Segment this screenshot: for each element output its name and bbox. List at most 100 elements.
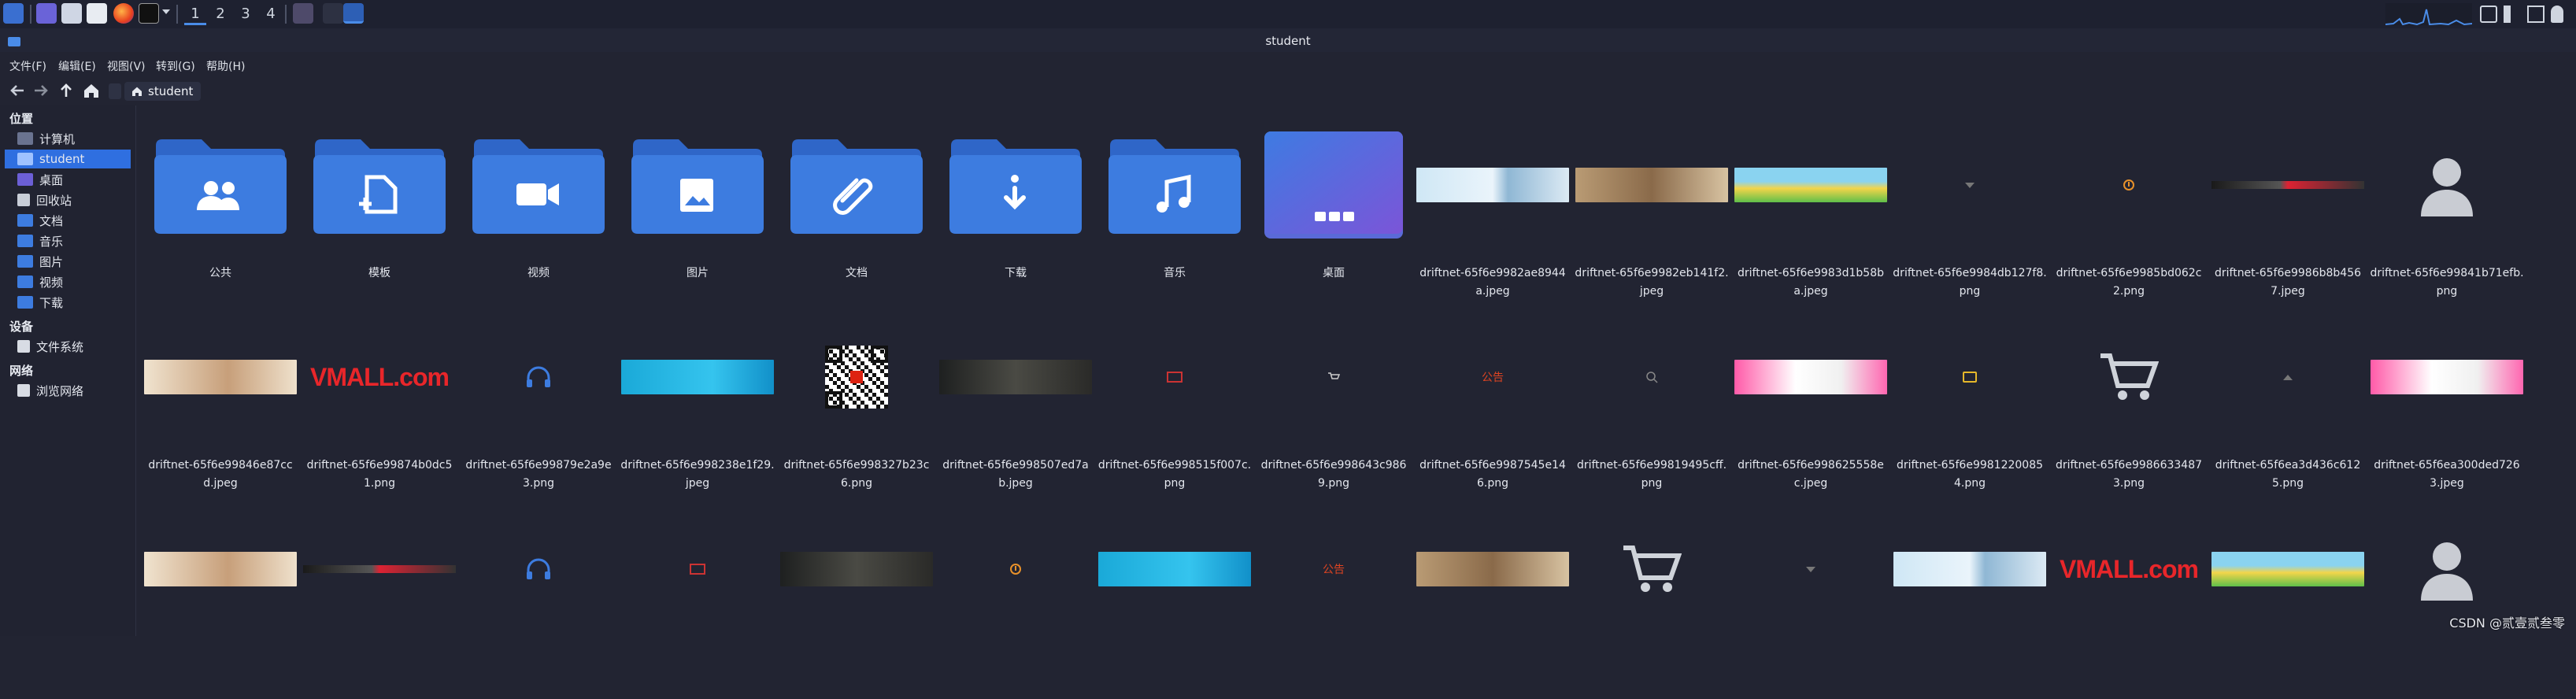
- file-name: 模板: [368, 267, 390, 279]
- file-manager-launcher-icon[interactable]: [61, 3, 82, 24]
- file-thumbnail: [1257, 126, 1411, 244]
- file-item[interactable]: driftnet-65f6e9985bd062c2.png: [2052, 126, 2206, 315]
- back-arrow-icon[interactable]: [8, 81, 27, 100]
- file-item[interactable]: driftnet-65f6e9983d1b58ba.jpeg: [1734, 126, 1888, 315]
- file-name: 公共: [209, 267, 231, 279]
- file-item[interactable]: driftnet-65f6e998625558ec.jpeg: [1734, 318, 1888, 507]
- workspace-4[interactable]: 4: [260, 6, 282, 23]
- file-item[interactable]: 公告: [1257, 510, 1411, 699]
- file-item[interactable]: [1416, 510, 1570, 699]
- file-item[interactable]: [2370, 510, 2524, 699]
- file-item[interactable]: driftnet-65f6e99866334873.png: [2052, 318, 2206, 507]
- folder-item[interactable]: 图片: [620, 126, 775, 315]
- sidebar-item-filesystem[interactable]: 文件系统: [5, 337, 131, 356]
- running-app-icon[interactable]: [323, 3, 343, 24]
- file-item[interactable]: driftnet-65f6e99812200854.png: [1893, 318, 2047, 507]
- firefox-icon[interactable]: [113, 3, 134, 24]
- folder-item[interactable]: 文档: [779, 126, 934, 315]
- file-item[interactable]: [143, 510, 298, 699]
- file-item[interactable]: 公告 driftnet-65f6e9987545e146.png: [1416, 318, 1570, 507]
- up-arrow-icon[interactable]: [57, 81, 76, 100]
- folder-item[interactable]: 公共: [143, 126, 298, 315]
- breadcrumb-scroll-left[interactable]: [109, 83, 121, 99]
- sidebar-item-music[interactable]: 音乐: [5, 231, 131, 250]
- file-item[interactable]: [302, 510, 457, 699]
- file-item[interactable]: driftnet-65f6e998643c9869.png: [1257, 318, 1411, 507]
- sidebar-item-computer[interactable]: 计算机: [5, 129, 131, 148]
- menu-edit[interactable]: 编辑(E): [58, 58, 96, 74]
- file-item[interactable]: driftnet-65f6e99846e87ccd.jpeg: [143, 318, 298, 507]
- file-item[interactable]: driftnet-65f6e9982ae8944a.jpeg: [1416, 126, 1570, 315]
- file-item[interactable]: driftnet-65f6e998238e1f29.jpeg: [620, 318, 775, 507]
- folder-item[interactable]: 视频: [461, 126, 616, 315]
- vmall-logo: VMALL.com: [2060, 554, 2199, 583]
- file-item[interactable]: [461, 510, 616, 699]
- sidebar-item-videos[interactable]: 视频: [5, 272, 131, 291]
- file-item[interactable]: driftnet-65f6e99841b71efb.png: [2370, 126, 2524, 315]
- menu-help[interactable]: 帮助(H): [206, 58, 245, 74]
- sidebar-item-pictures[interactable]: 图片: [5, 252, 131, 271]
- file-name: driftnet-65f6e99846e87ccd.jpeg: [148, 459, 293, 490]
- file-thumbnail: [1734, 126, 1888, 244]
- file-item[interactable]: [1097, 510, 1252, 699]
- sidebar-item-trash[interactable]: 回收站: [5, 190, 131, 209]
- file-item[interactable]: driftnet-65f6e99819495cff.png: [1575, 318, 1729, 507]
- sidebar-item-desktop[interactable]: 桌面: [5, 170, 131, 189]
- menubar: 文件(F) 编辑(E) 视图(V) 转到(G) 帮助(H): [0, 54, 2576, 76]
- banner-image: [1416, 552, 1569, 586]
- file-item[interactable]: driftnet-65f6e998507ed7ab.jpeg: [938, 318, 1093, 507]
- banner-image: [144, 360, 297, 394]
- file-name: driftnet-65f6e99866334873.png: [2055, 459, 2203, 490]
- file-name: driftnet-65f6e998238e1f29.jpeg: [620, 459, 775, 490]
- file-item[interactable]: [620, 510, 775, 699]
- running-file-manager-icon[interactable]: [343, 3, 364, 24]
- file-item[interactable]: [938, 510, 1093, 699]
- file-item[interactable]: [1575, 510, 1729, 699]
- folder-item[interactable]: 模板: [302, 126, 457, 315]
- folder-item[interactable]: 桌面: [1257, 126, 1411, 315]
- menu-go[interactable]: 转到(G): [156, 58, 195, 74]
- home-icon[interactable]: [82, 81, 101, 100]
- notification-bell-icon[interactable]: [2551, 6, 2563, 23]
- sidebar-item-student[interactable]: student: [5, 150, 131, 168]
- menu-file[interactable]: 文件(F): [9, 58, 46, 74]
- folder-item[interactable]: 音乐: [1097, 126, 1252, 315]
- file-item[interactable]: VMALL.com: [2052, 510, 2206, 699]
- sidebar-item-documents[interactable]: 文档: [5, 211, 131, 230]
- file-item[interactable]: driftnet-65f6ea3d436c6125.png: [2211, 318, 2365, 507]
- file-item[interactable]: driftnet-65f6e998327b23c6.png: [779, 318, 934, 507]
- file-item[interactable]: driftnet-65f6e9982eb141f2.jpeg: [1575, 126, 1729, 315]
- forward-arrow-icon[interactable]: [31, 81, 50, 100]
- banner-image: [144, 552, 297, 586]
- sidebar-item-browse-network[interactable]: 浏览网络: [5, 381, 131, 400]
- sidebar-item-downloads[interactable]: 下载: [5, 293, 131, 312]
- text-editor-launcher-icon[interactable]: [87, 3, 107, 24]
- file-item[interactable]: [1734, 510, 1888, 699]
- file-item[interactable]: driftnet-65f6e998515f007c.png: [1097, 318, 1252, 507]
- display-icon[interactable]: [2527, 6, 2545, 23]
- taskbar-separator: [285, 5, 287, 24]
- file-item[interactable]: driftnet-65f6e9984db127f8.png: [1893, 126, 2047, 315]
- file-item[interactable]: [1893, 510, 2047, 699]
- file-item[interactable]: driftnet-65f6e99879e2a9e3.png: [461, 318, 616, 507]
- workspace-2[interactable]: 2: [209, 6, 231, 23]
- workspace-3[interactable]: 3: [235, 6, 257, 23]
- desktop-launcher-icon[interactable]: [36, 3, 57, 24]
- file-item[interactable]: driftnet-65f6e9986b8b4567.jpeg: [2211, 126, 2365, 315]
- breadcrumb[interactable]: student: [124, 82, 202, 101]
- launcher-dropdown-icon[interactable]: [162, 9, 170, 14]
- workspace-1[interactable]: 1: [184, 6, 206, 25]
- users-folder-icon: [154, 139, 287, 234]
- file-item[interactable]: [779, 510, 934, 699]
- file-item[interactable]: VMALL.com driftnet-65f6e99874b0dc51.png: [302, 318, 457, 507]
- network-icon[interactable]: [2480, 6, 2497, 23]
- folder-item[interactable]: 下载: [938, 126, 1093, 315]
- volume-icon[interactable]: [2504, 6, 2521, 23]
- file-item[interactable]: [2211, 510, 2365, 699]
- file-thumbnail: [1097, 318, 1252, 436]
- menu-view[interactable]: 视图(V): [107, 58, 146, 74]
- start-menu-icon[interactable]: [3, 3, 24, 24]
- running-app-icon[interactable]: [293, 3, 313, 24]
- terminal-launcher-icon[interactable]: [139, 3, 159, 24]
- file-item[interactable]: driftnet-65f6ea300ded7263.jpeg: [2370, 318, 2524, 507]
